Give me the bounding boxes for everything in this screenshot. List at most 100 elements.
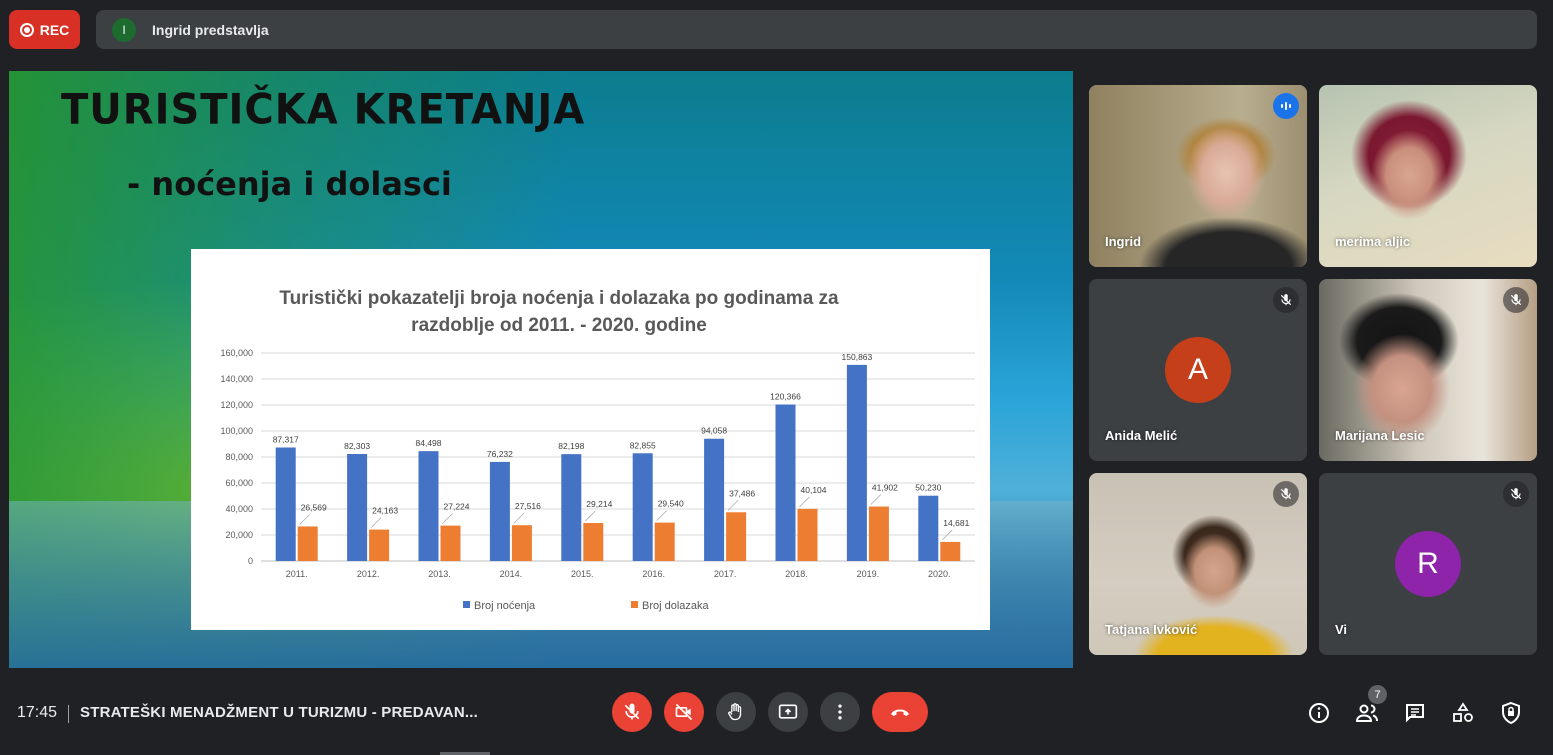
info-icon (1309, 703, 1329, 723)
x-tick-label: 2018. (785, 569, 808, 579)
data-label: 76,232 (487, 449, 513, 459)
present-button[interactable] (768, 692, 808, 732)
host-controls-button[interactable] (1498, 700, 1524, 726)
people-icon (1355, 704, 1378, 722)
data-label: 40,104 (801, 485, 827, 495)
bar (583, 523, 604, 561)
y-tick-label: 120,000 (220, 400, 253, 410)
y-tick-label: 160,000 (220, 348, 253, 358)
bar (369, 529, 390, 561)
participant-tile[interactable]: Tatjana Ivković (1089, 473, 1307, 655)
participant-tile[interactable]: R Vi (1319, 473, 1537, 655)
bar (418, 451, 439, 561)
more-vert-icon (838, 704, 842, 720)
leader-line (656, 510, 667, 521)
camera-toggle-button[interactable] (664, 692, 704, 732)
data-label: 41,902 (872, 483, 898, 493)
raise-hand-icon (728, 703, 742, 721)
y-tick-label: 20,000 (225, 530, 253, 540)
record-icon (19, 22, 34, 37)
bar (511, 525, 532, 561)
participant-tile[interactable]: Ingrid (1089, 85, 1307, 267)
data-label: 82,855 (630, 440, 656, 450)
data-label: 24,163 (372, 506, 398, 516)
bar (275, 447, 296, 561)
more-options-button[interactable] (820, 692, 860, 732)
legend-label: Broj noćenja (474, 600, 536, 612)
leader-line (513, 512, 525, 524)
participant-tile[interactable]: A Anida Melić (1089, 279, 1307, 461)
leader-line (870, 494, 882, 505)
meeting-title[interactable]: STRATEŠKI MENADŽMENT U TURIZMU - PREDAVA… (80, 704, 478, 721)
bar (632, 453, 653, 561)
slide-subtitle: - noćenja i dolasci (127, 165, 452, 203)
data-label: 87,317 (273, 434, 299, 444)
data-label: 29,214 (586, 499, 612, 509)
mic-toggle-button[interactable] (612, 692, 652, 732)
clock: 17:45 (17, 704, 58, 721)
participant-name: Vi (1335, 622, 1348, 637)
presenter-banner: I Ingrid predstavlja (96, 10, 1537, 49)
chat-button[interactable] (1402, 700, 1428, 726)
presentation-screen: TURISTIČKA KRETANJA - noćenja i dolasci … (9, 71, 1073, 668)
speaking-indicator (1273, 93, 1299, 119)
data-label: 27,516 (515, 501, 541, 511)
raise-hand-button[interactable] (716, 692, 756, 732)
data-label: 82,303 (344, 441, 370, 451)
x-tick-label: 2011. (286, 569, 308, 579)
legend-swatch (631, 601, 638, 608)
y-tick-label: 60,000 (225, 478, 253, 488)
host-controls-icon (1502, 701, 1520, 725)
rec-label: REC (39, 21, 70, 38)
muted-indicator (1503, 481, 1529, 507)
leader-line (370, 517, 382, 528)
mic-off-icon (1280, 488, 1292, 500)
end-call-button[interactable] (872, 692, 928, 732)
chat-icon (1406, 704, 1424, 723)
y-tick-label: 100,000 (220, 426, 253, 436)
data-label: 94,058 (701, 426, 727, 436)
participant-tile[interactable]: Marijana Lesic (1319, 279, 1537, 461)
participant-name: Marijana Lesic (1335, 428, 1425, 443)
present-icon (778, 704, 798, 719)
participant-name: Tatjana Ivković (1105, 622, 1198, 637)
slide-title: TURISTIČKA KRETANJA (61, 85, 586, 135)
x-tick-label: 2019. (857, 569, 880, 579)
presenter-text: Ingrid predstavlja (152, 21, 269, 38)
leader-line (799, 496, 810, 508)
bar (868, 506, 889, 561)
x-tick-label: 2016. (642, 569, 665, 579)
bar (561, 454, 582, 561)
presenter-avatar: I (112, 17, 136, 42)
x-tick-label: 2014. (500, 569, 523, 579)
x-tick-label: 2013. (428, 569, 451, 579)
leader-line (585, 510, 596, 522)
mic-off-icon (1510, 488, 1522, 500)
participant-name: Ingrid (1105, 234, 1142, 249)
activities-icon (1453, 702, 1473, 722)
bar (918, 495, 939, 561)
participant-avatar: A (1165, 337, 1231, 403)
bar (654, 522, 675, 561)
people-count-badge: 7 (1368, 685, 1387, 704)
data-label: 37,486 (729, 488, 755, 498)
bar (846, 364, 867, 561)
muted-indicator (1273, 481, 1299, 507)
activities-button[interactable] (1450, 700, 1476, 726)
muted-indicator (1273, 287, 1299, 313)
data-label: 84,498 (416, 438, 442, 448)
camera-off-icon (675, 703, 693, 721)
y-tick-label: 0 (248, 556, 253, 566)
recording-indicator[interactable]: REC (9, 10, 80, 49)
bar (726, 512, 747, 561)
data-label: 26,569 (301, 502, 327, 512)
participant-avatar: R (1395, 531, 1461, 597)
x-tick-label: 2015. (571, 569, 594, 579)
separator (68, 705, 69, 723)
participant-tile[interactable]: merima aljic (1319, 85, 1537, 267)
meeting-details-button[interactable] (1306, 700, 1332, 726)
chart-card: Turistički pokazatelji broja noćenja i d… (191, 249, 990, 630)
bar-chart: 0 20,000 40,000 60,000 80,000 100,000 120,000 1… (220, 348, 975, 612)
leader-line (299, 514, 310, 525)
y-tick-label: 40,000 (225, 504, 253, 514)
